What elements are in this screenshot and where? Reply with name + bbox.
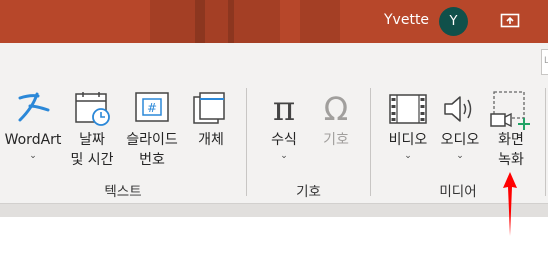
screen-recording-label-line2: 녹화 bbox=[498, 152, 524, 168]
equation-button[interactable]: π 수식 ⌄ bbox=[256, 88, 312, 168]
slide-number-button[interactable]: # 슬라이드 번호 bbox=[120, 88, 184, 172]
omega-symbol-icon: Ω bbox=[324, 90, 348, 126]
title-bar-decoration bbox=[228, 0, 234, 43]
avatar[interactable]: Y bbox=[439, 7, 468, 36]
wordart-button[interactable]: WordArt ⌄ bbox=[2, 88, 64, 168]
object-icon bbox=[193, 92, 225, 124]
symbol-button[interactable]: Ω 기호 bbox=[312, 88, 360, 168]
present-icon bbox=[500, 13, 520, 28]
slide-number-label-line2: 번호 bbox=[139, 152, 165, 168]
date-time-label-line2: 및 시간 bbox=[70, 152, 114, 168]
chevron-down-icon: ⌄ bbox=[456, 151, 464, 161]
calendar-clock-icon bbox=[75, 92, 110, 126]
present-button[interactable] bbox=[496, 9, 524, 33]
slide-number-label-line1: 슬라이드 bbox=[126, 132, 178, 148]
group-separator bbox=[545, 88, 546, 196]
user-name[interactable]: Yvette bbox=[384, 12, 429, 28]
audio-button[interactable]: 오디오 ⌄ bbox=[434, 88, 486, 168]
date-time-button[interactable]: 날짜 및 시간 bbox=[64, 88, 120, 172]
title-bar-decoration bbox=[150, 0, 280, 43]
chevron-down-icon: ⌄ bbox=[280, 151, 288, 161]
omega-glyph: Ω bbox=[324, 90, 348, 126]
chevron-down-icon: ⌄ bbox=[29, 151, 37, 161]
screen-recording-label-line1: 화면 bbox=[498, 132, 524, 148]
slide-number-icon: # bbox=[135, 92, 169, 122]
wordart-icon bbox=[18, 92, 50, 122]
video-button[interactable]: 비디오 ⌄ bbox=[382, 88, 434, 168]
object-label: 개체 bbox=[198, 132, 224, 148]
group-label-text: 텍스트 bbox=[104, 184, 142, 200]
speaker-icon bbox=[444, 96, 472, 122]
svg-text:#: # bbox=[147, 101, 157, 115]
date-time-label-line1: 날짜 bbox=[79, 132, 105, 148]
pi-equation-icon: π bbox=[273, 90, 295, 126]
title-bar-decoration bbox=[195, 0, 205, 43]
chevron-down-icon: ⌄ bbox=[404, 151, 412, 161]
equation-label: 수식 bbox=[271, 132, 297, 148]
pi-glyph: π bbox=[273, 90, 295, 126]
video-label: 비디오 bbox=[388, 132, 428, 148]
slide-area bbox=[0, 217, 548, 267]
audio-label: 오디오 bbox=[440, 132, 480, 148]
ribbon-overflow-edge: L bbox=[541, 49, 548, 75]
annotation-arrow bbox=[503, 172, 517, 236]
symbol-label: 기호 bbox=[323, 132, 349, 148]
object-button[interactable]: 개체 bbox=[186, 88, 236, 172]
title-bar: Yvette Y bbox=[0, 0, 548, 43]
wordart-label: WordArt bbox=[4, 132, 62, 148]
group-label-symbols: 기호 bbox=[296, 184, 321, 200]
ribbon-bottom-edge bbox=[0, 203, 548, 217]
screen-recording-button[interactable]: 화면 녹화 bbox=[486, 88, 536, 172]
title-bar-decoration bbox=[300, 0, 340, 43]
video-film-icon bbox=[389, 94, 427, 124]
screen-recording-icon bbox=[490, 91, 530, 130]
